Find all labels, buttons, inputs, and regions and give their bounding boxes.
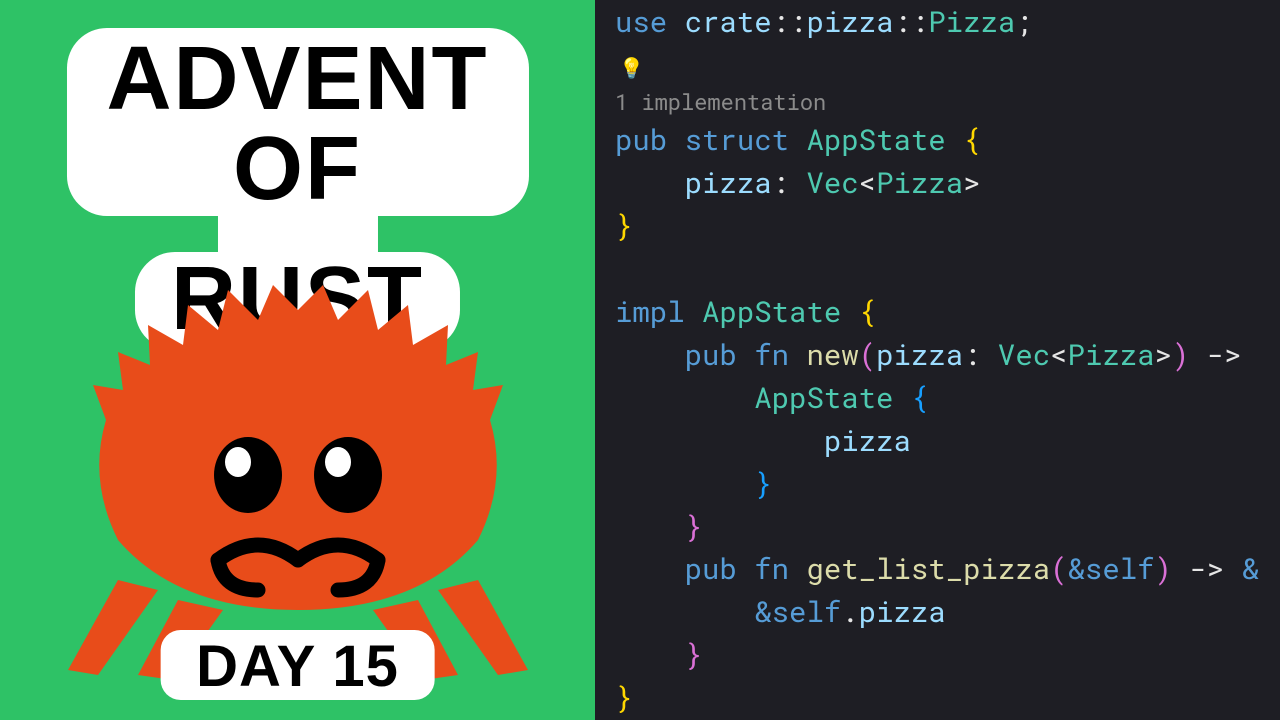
code-line: }: [615, 676, 1280, 719]
thumbnail-graphic-panel: ADVENT OF RUST DAY 15: [0, 0, 595, 720]
day-label: DAY 15: [196, 634, 399, 699]
code-line: pub fn new(pizza: Vec<Pizza>) ->: [615, 333, 1280, 376]
ferris-crab-icon: [58, 280, 538, 680]
code-line: AppState {: [615, 376, 1280, 419]
code-line: }: [615, 204, 1280, 247]
code-line: use crate::pizza::Pizza;: [615, 0, 1280, 43]
code-line: pub struct AppState {: [615, 118, 1280, 161]
lightbulb-hint-icon[interactable]: 💡: [615, 43, 1280, 86]
day-pill: DAY 15: [160, 630, 435, 700]
code-line: &self.pizza: [615, 590, 1280, 633]
code-line: pub fn get_list_pizza(&self) -> &: [615, 547, 1280, 590]
code-line: }: [615, 633, 1280, 676]
code-editor-panel: use crate::pizza::Pizza; 💡 1 implementat…: [595, 0, 1280, 720]
codelens-implementations[interactable]: 1 implementation: [615, 86, 1280, 119]
code-line: pizza: [615, 419, 1280, 462]
blank-line: [615, 247, 1280, 290]
code-line: impl AppState {: [615, 290, 1280, 333]
code-line: }: [615, 462, 1280, 505]
title-line-1: ADVENT OF: [106, 29, 488, 219]
code-line: pizza: Vec<Pizza>: [615, 161, 1280, 204]
code-line: }: [615, 505, 1280, 548]
title-pill-top: ADVENT OF: [66, 28, 528, 216]
